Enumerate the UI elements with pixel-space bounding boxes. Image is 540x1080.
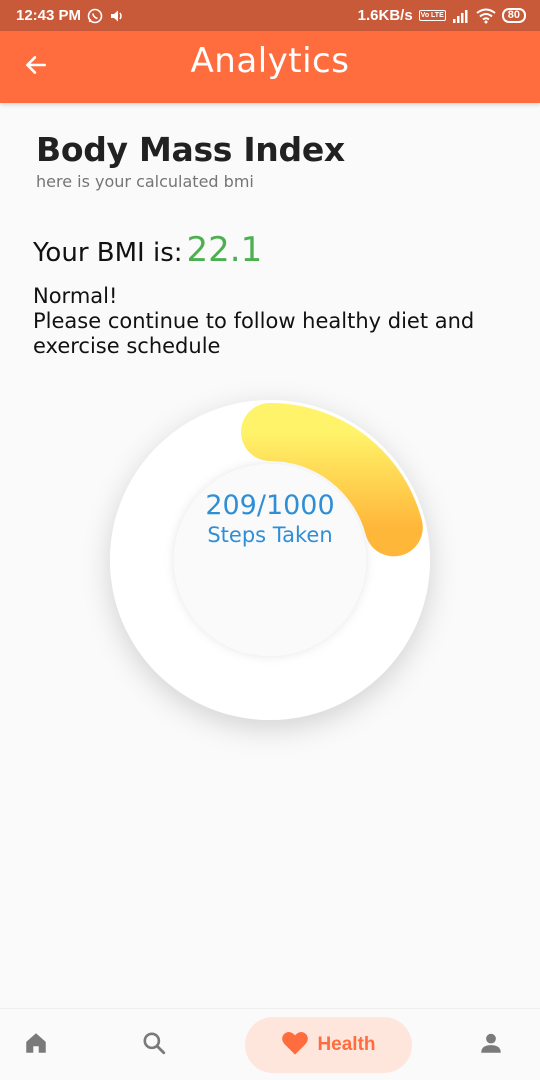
battery-icon: 80: [501, 8, 526, 23]
nav-health-label: Health: [317, 1034, 376, 1055]
bmi-category: Normal!: [33, 284, 118, 308]
steps-progress-ring: 209/1000 Steps Taken: [110, 400, 430, 720]
steps-label: Steps Taken: [207, 523, 333, 547]
app-bar: Analytics: [0, 31, 540, 103]
wifi-icon: [476, 8, 496, 24]
person-icon: [478, 1030, 504, 1060]
bmi-result: Your BMI is: 22.1: [33, 230, 262, 270]
nav-profile-button[interactable]: [465, 1009, 517, 1080]
page-title: Analytics: [190, 41, 350, 81]
volume-icon: [109, 8, 125, 24]
bmi-advice: Please continue to follow healthy diet a…: [33, 309, 475, 358]
steps-ring-graphic: [110, 400, 430, 720]
network-speed: 1.6KB/s: [357, 7, 413, 24]
section-heading: Body Mass Index: [36, 130, 345, 169]
section-subheading: here is your calculated bmi: [36, 172, 254, 191]
volte-badge: Vo LTE: [418, 10, 446, 21]
signal-icon: [452, 9, 470, 23]
search-icon: [141, 1030, 167, 1060]
steps-readout: 209/1000 Steps Taken: [160, 490, 380, 548]
home-icon: [23, 1030, 49, 1060]
status-bar: 12:43 PM 1.6KB/s Vo LTE 80: [0, 0, 540, 31]
bmi-value: 22.1: [186, 230, 263, 270]
bottom-navigation: Health: [0, 1008, 540, 1080]
nav-home-button[interactable]: [10, 1009, 62, 1080]
steps-count: 209/1000: [205, 490, 335, 521]
nav-search-button[interactable]: [128, 1009, 180, 1080]
bmi-label: Your BMI is:: [33, 238, 183, 268]
bmi-status-message: Normal! Please continue to follow health…: [33, 284, 513, 359]
whatsapp-icon: [87, 8, 103, 24]
status-time: 12:43 PM: [16, 7, 82, 24]
nav-health-button[interactable]: Health: [245, 1017, 412, 1073]
heart-icon: [281, 1030, 309, 1060]
